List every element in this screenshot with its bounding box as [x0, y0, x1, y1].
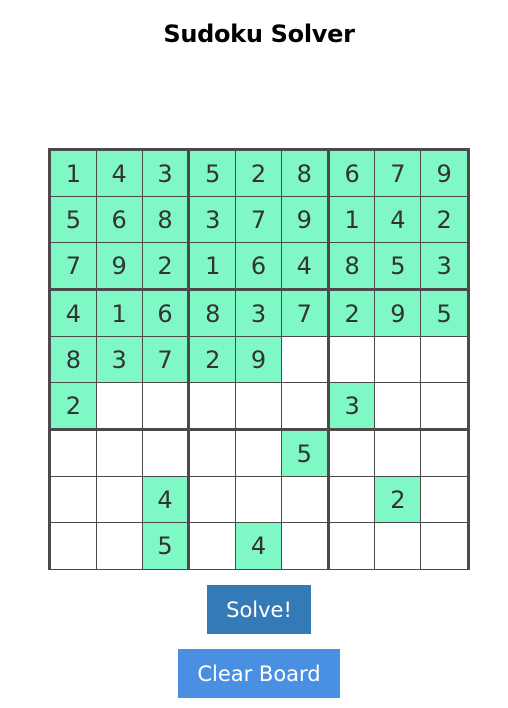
- board-cell[interactable]: 9: [236, 337, 282, 383]
- board-cell[interactable]: [329, 431, 376, 477]
- board-cell[interactable]: 5: [51, 197, 97, 243]
- board-cell[interactable]: 2: [190, 337, 237, 383]
- board-cell[interactable]: 8: [329, 243, 376, 291]
- board-cell[interactable]: [190, 477, 237, 523]
- board-cell[interactable]: 4: [281, 243, 330, 291]
- board-cell[interactable]: [375, 431, 422, 477]
- board-cell[interactable]: 6: [96, 197, 143, 243]
- board-cell[interactable]: 2: [51, 383, 97, 431]
- board-cell[interactable]: 1: [190, 243, 237, 291]
- board-row: 83729: [51, 337, 468, 383]
- board-cell[interactable]: [329, 523, 376, 569]
- board-cell[interactable]: [375, 337, 422, 383]
- board-row: 143528679: [51, 151, 468, 197]
- board-cell[interactable]: 7: [375, 151, 422, 197]
- board-cell[interactable]: 8: [190, 291, 237, 337]
- board-cell[interactable]: [190, 431, 237, 477]
- board-cell[interactable]: [51, 477, 97, 523]
- board-cell[interactable]: 3: [329, 383, 376, 431]
- board-row: 23: [51, 383, 468, 431]
- board-cell[interactable]: 4: [142, 477, 191, 523]
- board-cell[interactable]: [375, 383, 422, 431]
- board-cell[interactable]: 1: [329, 197, 376, 243]
- board-cell[interactable]: 7: [236, 197, 282, 243]
- board-cell[interactable]: [329, 337, 376, 383]
- board-row: 568379142: [51, 197, 468, 243]
- board-cell[interactable]: [96, 477, 143, 523]
- board-cell[interactable]: 7: [142, 337, 191, 383]
- board-cell[interactable]: [51, 431, 97, 477]
- board-cell[interactable]: 8: [51, 337, 97, 383]
- solve-button[interactable]: Solve!: [207, 585, 311, 634]
- board-cell[interactable]: 4: [96, 151, 143, 197]
- board-cell[interactable]: 9: [375, 291, 422, 337]
- board-cell[interactable]: [190, 523, 237, 569]
- board-cell[interactable]: 1: [96, 291, 143, 337]
- board-cell[interactable]: 5: [375, 243, 422, 291]
- board-cell[interactable]: [375, 523, 422, 569]
- board-cell[interactable]: [421, 337, 468, 383]
- board-cell[interactable]: 5: [142, 523, 191, 569]
- board-row: 792164853: [51, 243, 468, 291]
- board-cell[interactable]: 7: [281, 291, 330, 337]
- board-cell[interactable]: 9: [96, 243, 143, 291]
- sudoku-board: 1435286795683791427921648534168372958372…: [48, 148, 470, 570]
- board-cell[interactable]: [190, 383, 237, 431]
- board-cell[interactable]: [96, 431, 143, 477]
- board-cell[interactable]: 2: [142, 243, 191, 291]
- board-cell[interactable]: 3: [421, 243, 468, 291]
- board-cell[interactable]: [236, 431, 282, 477]
- board-row: 54: [51, 523, 468, 569]
- board-cell[interactable]: 6: [236, 243, 282, 291]
- board-cell[interactable]: 5: [190, 151, 237, 197]
- board-cell[interactable]: 4: [51, 291, 97, 337]
- board-cell[interactable]: 3: [190, 197, 237, 243]
- board-cell[interactable]: [329, 477, 376, 523]
- board-cell[interactable]: 2: [421, 197, 468, 243]
- board-cell[interactable]: [51, 523, 97, 569]
- board-cell[interactable]: [421, 523, 468, 569]
- board-cell[interactable]: 7: [51, 243, 97, 291]
- board-cell[interactable]: 3: [96, 337, 143, 383]
- board-cell[interactable]: 8: [281, 151, 330, 197]
- board-cell[interactable]: 5: [421, 291, 468, 337]
- board-cell[interactable]: [281, 383, 330, 431]
- board-cell[interactable]: [281, 337, 330, 383]
- board-cell[interactable]: 3: [142, 151, 191, 197]
- page-title: Sudoku Solver: [163, 20, 355, 48]
- board-cell[interactable]: 1: [51, 151, 97, 197]
- board-cell[interactable]: 6: [329, 151, 376, 197]
- board-cell[interactable]: [421, 383, 468, 431]
- board-row: 416837295: [51, 291, 468, 337]
- board-cell[interactable]: [421, 477, 468, 523]
- board-cell[interactable]: [96, 383, 143, 431]
- board-cell[interactable]: [142, 383, 191, 431]
- board-cell[interactable]: 2: [236, 151, 282, 197]
- board-cell[interactable]: 5: [281, 431, 330, 477]
- board-cell[interactable]: 8: [142, 197, 191, 243]
- board-cell[interactable]: 2: [375, 477, 422, 523]
- board-cell[interactable]: 4: [375, 197, 422, 243]
- board-cell[interactable]: [236, 383, 282, 431]
- board-cell[interactable]: [421, 431, 468, 477]
- board-cell[interactable]: 6: [142, 291, 191, 337]
- board-cell[interactable]: 9: [281, 197, 330, 243]
- board-row: 5: [51, 431, 468, 477]
- clear-board-button[interactable]: Clear Board: [178, 649, 340, 698]
- board-cell[interactable]: [96, 523, 143, 569]
- board-cell[interactable]: 4: [236, 523, 282, 569]
- board-cell[interactable]: [281, 523, 330, 569]
- board-cell[interactable]: [142, 431, 191, 477]
- board-cell[interactable]: [281, 477, 330, 523]
- board-cell[interactable]: [236, 477, 282, 523]
- board-cell[interactable]: 2: [329, 291, 376, 337]
- board-row: 42: [51, 477, 468, 523]
- board-cell[interactable]: 3: [236, 291, 282, 337]
- board-cell[interactable]: 9: [421, 151, 468, 197]
